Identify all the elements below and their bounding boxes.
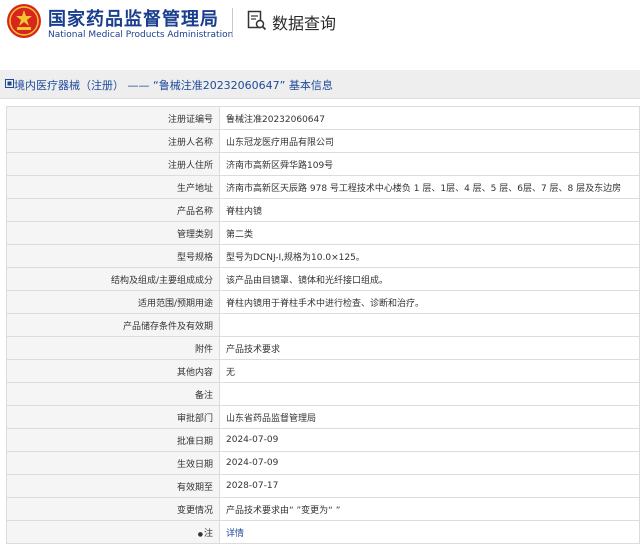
breadcrumb-marker-icon — [5, 79, 14, 88]
field-value: 2028-07-17 — [219, 474, 640, 498]
field-label: 有效期至 — [6, 474, 220, 498]
field-value: 济南市高新区天辰路 978 号工程技术中心楼负 1 层、1层、4 层、5 层、6… — [219, 175, 640, 199]
device-detail-table: 注册证编号 鲁械注准20232060647 注册人名称 山东冠龙医疗用品有限公司 注册人… — [6, 106, 640, 544]
table-row: 生效日期 2024-07-09 — [6, 451, 640, 475]
field-value: 第二类 — [219, 221, 640, 245]
field-label: 批准日期 — [6, 428, 220, 452]
field-value: 济南市高新区舜华路109号 — [219, 152, 640, 176]
field-label: 其他内容 — [6, 359, 220, 383]
field-value: 无 — [219, 359, 640, 383]
table-row: 批准日期 2024-07-09 — [6, 428, 640, 452]
field-value: 产品技术要求由“ ”变更为“ ” — [219, 497, 640, 521]
table-row: 注册人名称 山东冠龙医疗用品有限公司 — [6, 129, 640, 153]
field-label: 注册人名称 — [6, 129, 220, 153]
note-label: ●注 — [6, 520, 220, 544]
table-row: 有效期至 2028-07-17 — [6, 474, 640, 498]
breadcrumb: 境内医疗器械（注册） —— “鲁械注准20232060647” 基本信息 — [0, 70, 640, 99]
table-row: 型号规格 型号为DCNJ-Ⅰ,规格为10.0×125。 — [6, 244, 640, 268]
field-value: 山东冠龙医疗用品有限公司 — [219, 129, 640, 153]
section-title: 数据查询 — [272, 14, 337, 33]
field-value: 产品技术要求 — [219, 336, 640, 360]
field-label: 产品名称 — [6, 198, 220, 222]
table-row: 附件 产品技术要求 — [6, 336, 640, 360]
field-value: 鲁械注准20232060647 — [219, 106, 640, 130]
field-label: 附件 — [6, 336, 220, 360]
field-value: 2024-07-09 — [219, 451, 640, 475]
field-label: 审批部门 — [6, 405, 220, 429]
field-label: 产品储存条件及有效期 — [6, 313, 220, 337]
table-row: 其他内容无 — [6, 359, 640, 383]
breadcrumb-text: 境内医疗器械（注册） —— “鲁械注准20232060647” 基本信息 — [14, 79, 333, 92]
field-label: 生效日期 — [6, 451, 220, 475]
site-logo-subtitle: National Medical Products Administration — [48, 30, 234, 40]
field-value: 脊柱内镜用于脊柱手术中进行检查、诊断和治疗。 — [219, 290, 640, 314]
field-value — [219, 382, 640, 406]
field-label: 注册证编号 — [6, 106, 220, 130]
table-row: 变更情况 产品技术要求由“ ”变更为“ ” — [6, 497, 640, 521]
table-row: 注册证编号 鲁械注准20232060647 — [6, 106, 640, 130]
field-label: 管理类别 — [6, 221, 220, 245]
table-row: 结构及组成/主要组成成分 该产品由目镜罩、镜体和光纤接口组成。 — [6, 267, 640, 291]
note-marker-icon: ● — [197, 530, 203, 538]
field-value — [219, 313, 640, 337]
table-row: 注册人住所 济南市高新区舜华路109号 — [6, 152, 640, 176]
document-search-icon — [247, 10, 267, 31]
national-emblem-icon — [7, 4, 41, 38]
table-row: 产品储存条件及有效期 — [6, 313, 640, 337]
field-label: 适用范围/预期用途 — [6, 290, 220, 314]
table-row: 审批部门 山东省药品监督管理局 — [6, 405, 640, 429]
field-value: 2024-07-09 — [219, 428, 640, 452]
site-header: 国家药品监督管理局 National Medical Products Admi… — [0, 0, 640, 60]
field-label: 结构及组成/主要组成成分 — [6, 267, 220, 291]
table-row: 生产地址 济南市高新区天辰路 978 号工程技术中心楼负 1 层、1层、4 层、5… — [6, 175, 640, 199]
note-label-text: 注 — [203, 528, 213, 539]
header-divider — [232, 8, 233, 36]
table-row: 产品名称 脊柱内镜 — [6, 198, 640, 222]
field-value: 该产品由目镜罩、镜体和光纤接口组成。 — [219, 267, 640, 291]
table-row: 管理类别 第二类 — [6, 221, 640, 245]
field-label: 生产地址 — [6, 175, 220, 199]
field-label: 变更情况 — [6, 497, 220, 521]
details-link[interactable]: 详情 — [226, 529, 244, 539]
note-value: 详情 — [219, 520, 640, 544]
table-row: ●注 详情 — [6, 520, 640, 544]
field-label: 型号规格 — [6, 244, 220, 268]
site-logo-title[interactable]: 国家药品监督管理局 — [48, 5, 219, 31]
table-row: 备注 — [6, 382, 640, 406]
field-value: 型号为DCNJ-Ⅰ,规格为10.0×125。 — [219, 244, 640, 268]
table-row: 适用范围/预期用途 脊柱内镜用于脊柱手术中进行检查、诊断和治疗。 — [6, 290, 640, 314]
field-value: 脊柱内镜 — [219, 198, 640, 222]
field-label: 备注 — [6, 382, 220, 406]
field-value: 山东省药品监督管理局 — [219, 405, 640, 429]
field-label: 注册人住所 — [6, 152, 220, 176]
